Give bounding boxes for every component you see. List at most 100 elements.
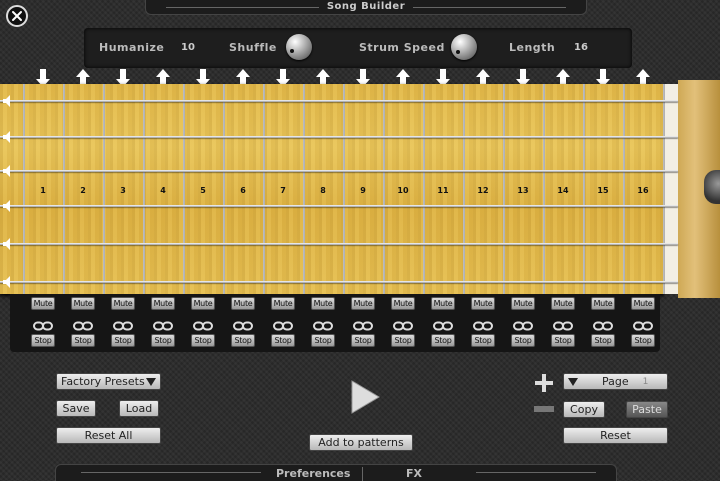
stop-button-9[interactable]: Stop (351, 334, 375, 347)
title-bar: Song Builder (145, 0, 587, 15)
link-icon[interactable] (313, 316, 333, 331)
guitar-string-2[interactable] (0, 136, 678, 138)
mute-button-4[interactable]: Mute (151, 297, 175, 310)
guitar-string-3[interactable] (0, 170, 678, 172)
close-button[interactable] (6, 5, 28, 27)
mute-button-5[interactable]: Mute (191, 297, 215, 310)
mute-button-16[interactable]: Mute (631, 297, 655, 310)
stop-button-13[interactable]: Stop (511, 334, 535, 347)
link-icon[interactable] (513, 316, 533, 331)
stop-button-10[interactable]: Stop (391, 334, 415, 347)
stop-button-15[interactable]: Stop (591, 334, 615, 347)
step-number: 15 (597, 186, 609, 195)
mute-button-15[interactable]: Mute (591, 297, 615, 310)
paste-button[interactable]: Paste (626, 401, 668, 418)
mute-button-14[interactable]: Mute (551, 297, 575, 310)
link-icon[interactable] (553, 316, 573, 331)
link-icon[interactable] (473, 316, 493, 331)
mute-button-1[interactable]: Mute (31, 297, 55, 310)
step-number: 2 (80, 186, 86, 195)
add-to-patterns-button[interactable]: Add to patterns (309, 434, 413, 451)
fret (263, 84, 265, 294)
strum-speed-knob[interactable] (451, 34, 477, 60)
mute-button-8[interactable]: Mute (311, 297, 335, 310)
stop-button-5[interactable]: Stop (191, 334, 215, 347)
stop-button-1[interactable]: Stop (31, 334, 55, 347)
reset-all-button[interactable]: Reset All (56, 427, 161, 444)
reset-button[interactable]: Reset (563, 427, 668, 444)
guitar-string-1[interactable] (0, 100, 678, 102)
link-icon[interactable] (353, 316, 373, 331)
humanize-value[interactable]: 10 (181, 42, 195, 53)
add-page-button[interactable] (534, 373, 554, 393)
fret (343, 84, 345, 294)
mute-button-9[interactable]: Mute (351, 297, 375, 310)
stop-button-3[interactable]: Stop (111, 334, 135, 347)
load-button[interactable]: Load (119, 400, 159, 417)
stop-button-12[interactable]: Stop (471, 334, 495, 347)
stop-button-6[interactable]: Stop (231, 334, 255, 347)
play-button[interactable] (350, 380, 380, 414)
speaker-icon[interactable] (2, 199, 16, 213)
guitar-string-4[interactable] (0, 205, 678, 207)
fret (623, 84, 625, 294)
fret (663, 84, 665, 294)
shuffle-label: Shuffle (229, 41, 277, 54)
step-number: 6 (240, 186, 246, 195)
mute-button-6[interactable]: Mute (231, 297, 255, 310)
stop-button-2[interactable]: Stop (71, 334, 95, 347)
remove-page-button[interactable] (534, 406, 554, 412)
length-value[interactable]: 16 (574, 42, 588, 53)
humanize-label: Humanize (99, 41, 165, 54)
shuffle-knob[interactable] (286, 34, 312, 60)
link-icon[interactable] (153, 316, 173, 331)
copy-label: Copy (570, 403, 598, 416)
link-icon[interactable] (273, 316, 293, 331)
stop-button-14[interactable]: Stop (551, 334, 575, 347)
mute-button-3[interactable]: Mute (111, 297, 135, 310)
stop-button-16[interactable]: Stop (631, 334, 655, 347)
link-icon[interactable] (633, 316, 653, 331)
mute-button-7[interactable]: Mute (271, 297, 295, 310)
stop-button-11[interactable]: Stop (431, 334, 455, 347)
save-label: Save (62, 402, 90, 415)
link-icon[interactable] (433, 316, 453, 331)
step-number: 11 (437, 186, 449, 195)
tab-fx[interactable]: FX (406, 467, 422, 480)
link-icon[interactable] (73, 316, 93, 331)
speaker-icon[interactable] (2, 275, 16, 289)
link-icon[interactable] (33, 316, 53, 331)
page-selector[interactable]: Page 1 (563, 373, 668, 390)
link-icon[interactable] (193, 316, 213, 331)
presets-dropdown[interactable]: Factory Presets (56, 373, 161, 390)
stop-button-8[interactable]: Stop (311, 334, 335, 347)
stop-button-7[interactable]: Stop (271, 334, 295, 347)
chevron-down-icon (146, 377, 156, 386)
link-icon[interactable] (393, 316, 413, 331)
fret (463, 84, 465, 294)
tab-preferences[interactable]: Preferences (276, 467, 350, 480)
guitar-string-5[interactable] (0, 243, 678, 245)
mute-button-2[interactable]: Mute (71, 297, 95, 310)
mute-button-13[interactable]: Mute (511, 297, 535, 310)
copy-button[interactable]: Copy (563, 401, 605, 418)
mute-button-12[interactable]: Mute (471, 297, 495, 310)
fret (183, 84, 185, 294)
guitar-string-6[interactable] (0, 281, 678, 283)
plus-icon (535, 374, 553, 392)
speaker-icon[interactable] (2, 164, 16, 178)
chevron-down-icon (568, 377, 578, 386)
mute-button-10[interactable]: Mute (391, 297, 415, 310)
link-icon[interactable] (113, 316, 133, 331)
save-button[interactable]: Save (56, 400, 96, 417)
stop-button-4[interactable]: Stop (151, 334, 175, 347)
link-icon[interactable] (593, 316, 613, 331)
speaker-icon[interactable] (2, 130, 16, 144)
play-icon (351, 380, 380, 414)
speaker-icon[interactable] (2, 237, 16, 251)
link-icon[interactable] (233, 316, 253, 331)
mute-button-11[interactable]: Mute (431, 297, 455, 310)
strum-speed-label: Strum Speed (359, 41, 445, 54)
speaker-icon[interactable] (2, 94, 16, 108)
step-number: 12 (477, 186, 489, 195)
